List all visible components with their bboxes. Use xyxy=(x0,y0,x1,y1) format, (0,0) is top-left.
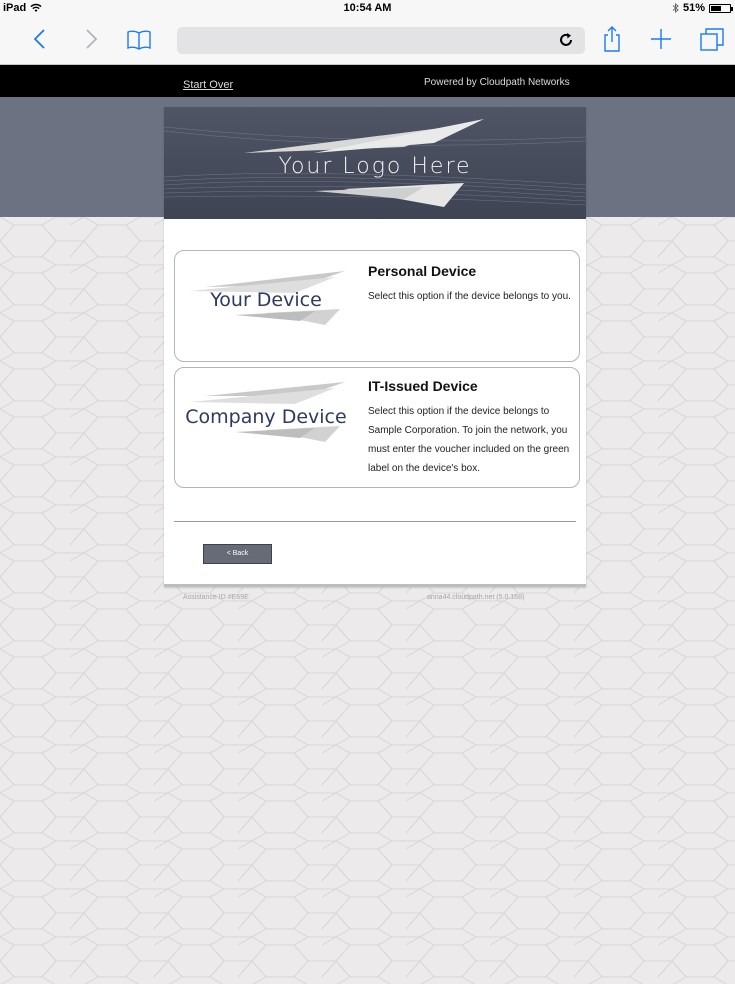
battery-icon xyxy=(709,3,733,13)
battery-percent: 51% xyxy=(682,2,705,14)
share-icon[interactable] xyxy=(597,24,627,54)
card-bottom-border xyxy=(164,584,586,587)
status-bar: iPad 10:54 AM 51% xyxy=(0,0,735,18)
it-issued-device-option[interactable]: Company Device IT-Issued Device Select t… xyxy=(174,367,580,488)
company-device-image: Company Device xyxy=(175,368,357,487)
personal-device-option[interactable]: Your Device Personal Device Select this … xyxy=(174,250,580,362)
it-issued-device-title: IT-Issued Device xyxy=(368,378,478,394)
portal-header: Start Over Powered by Cloudpath Networks xyxy=(0,65,735,97)
reload-icon[interactable] xyxy=(557,31,575,49)
it-issued-device-description: Select this option if the device belongs… xyxy=(368,406,570,474)
company-device-label: Company Device xyxy=(185,406,347,428)
bluetooth-icon xyxy=(672,3,679,13)
personal-device-image: Your Device xyxy=(175,251,357,361)
start-over-link[interactable]: Start Over xyxy=(183,79,233,91)
your-device-label: Your Device xyxy=(210,289,322,311)
back-icon[interactable] xyxy=(25,24,55,54)
server-info: anna44.cloudpath.net (5.0.168) xyxy=(427,594,525,601)
browser-toolbar xyxy=(0,18,735,65)
forward-icon[interactable] xyxy=(76,24,106,54)
powered-by-text: Powered by Cloudpath Networks xyxy=(424,77,570,88)
clock: 10:54 AM xyxy=(343,2,392,14)
logo-banner: Your Logo Here xyxy=(164,107,586,219)
assistance-id: Assistance ID #E69E xyxy=(183,594,249,601)
portal-card: Your Logo Here Your Device Personal Devi… xyxy=(164,107,586,587)
address-bar[interactable] xyxy=(177,27,585,54)
back-button[interactable]: < Back xyxy=(203,544,272,564)
tabs-icon[interactable] xyxy=(697,24,727,54)
bookmarks-icon[interactable] xyxy=(124,24,154,54)
personal-device-description: Select this option if the device belongs… xyxy=(368,291,571,302)
logo-text: Your Logo Here xyxy=(278,154,472,179)
personal-device-title: Personal Device xyxy=(368,263,477,279)
device-swoosh-graphic xyxy=(190,382,345,442)
divider xyxy=(174,521,576,522)
new-tab-icon[interactable] xyxy=(646,24,676,54)
